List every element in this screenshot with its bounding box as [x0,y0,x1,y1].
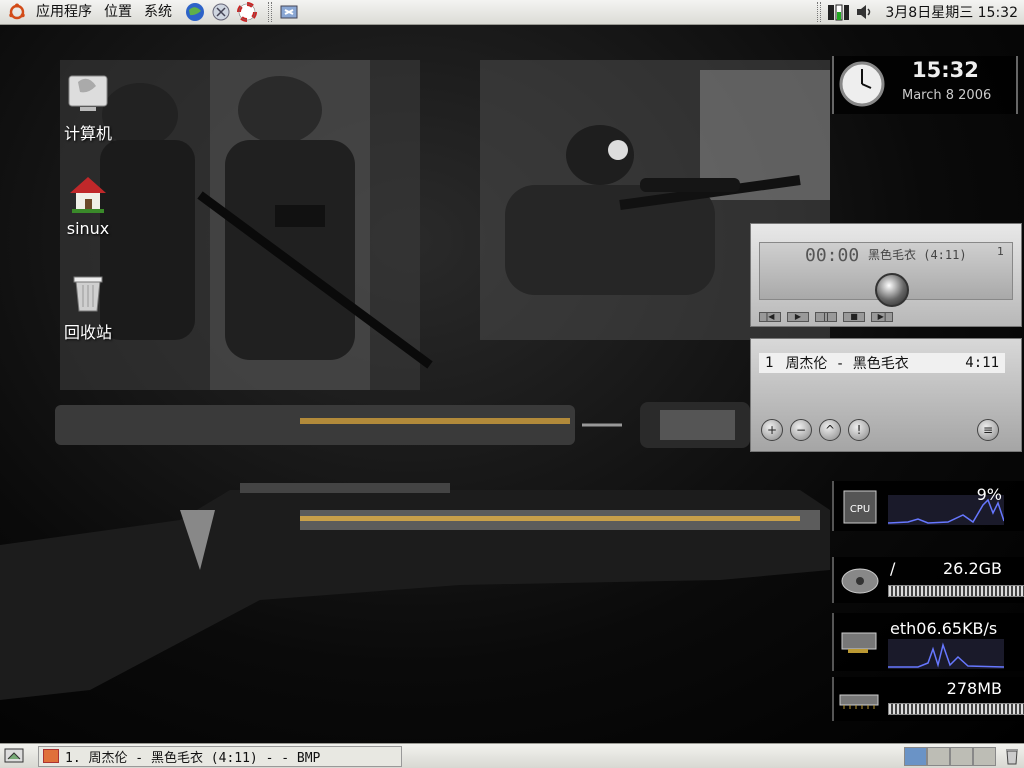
playlist-remove-button[interactable]: − [790,419,812,441]
playlist-add-button[interactable]: + [761,419,783,441]
menu-applications[interactable]: 应用程序 [36,0,92,25]
cpu-monitor: CPU 9% [832,481,1024,531]
hard-disk-icon [838,561,882,603]
desktop-icon-label: 回收站 [63,323,112,342]
workspace-switcher-icon[interactable] [278,1,300,23]
panel-clock[interactable]: 3月8日星期三 15:32 [885,2,1018,22]
desktop-icon-computer[interactable]: 计算机 [48,72,128,144]
panel-separator [817,2,822,22]
network-card-icon [838,625,882,663]
player-title: 黑色毛衣 (4:11) [868,248,967,262]
disk-mount: / [890,559,896,578]
memory-module-icon [838,691,882,715]
player-display: 00:00 黑色毛衣 (4:11) 1 [759,242,1013,307]
desktop-icon-trash[interactable]: 回收站 [48,271,128,343]
taskbar-button-player[interactable]: 1. 周杰伦 - 黑色毛衣 (4:11) - - BMP [38,745,402,767]
desktop-icon-home[interactable]: sinux [48,171,128,238]
show-desktop-icon[interactable] [4,747,24,768]
panel-right: 3月8日星期三 15:32 [811,0,1024,25]
playlist-entry-index: 1 [765,355,774,371]
mail-launcher-icon[interactable] [210,1,232,23]
volume-knob[interactable] [875,273,909,307]
network-graph [888,639,1005,669]
help-lifebuoy-icon[interactable] [236,1,258,23]
playlist-entry-title: 周杰伦 - 黑色毛衣 [785,356,909,372]
disk-monitor: / 26.2GB [832,557,1024,603]
memory-monitor: 278MB [832,677,1024,721]
playlist-entry-duration: 4:11 [965,355,999,371]
player-controls: |◀ ▶ || ■ ▶| [759,312,893,322]
prev-button[interactable]: |◀ [759,312,781,322]
workspace-4[interactable] [973,746,996,766]
svg-text:CPU: CPU [850,504,870,515]
next-button[interactable]: ▶| [871,312,893,322]
taskbar-button-label: 1. 周杰伦 - 黑色毛衣 (4:11) - - BMP [65,750,321,766]
play-button[interactable]: ▶ [787,312,809,322]
workspace-2[interactable] [927,746,950,766]
clock-widget-time: 15:32 [912,58,979,82]
memory-used: 278MB [946,679,1002,698]
trash-applet-icon[interactable] [1004,747,1020,768]
clock-widget: 15:32 March 8 2006 [832,56,1018,114]
cpu-chip-icon: CPU [838,485,882,533]
disk-size: 26.2GB [943,559,1002,578]
media-player-window[interactable]: 00:00 黑色毛衣 (4:11) 1 |◀ ▶ || ■ ▶| [750,223,1022,327]
workspace-3[interactable] [950,746,973,766]
playlist-misc-button[interactable]: ! [848,419,870,441]
menu-places[interactable]: 位置 [104,0,132,25]
workspace-1[interactable] [904,746,927,766]
bottom-panel: 1. 周杰伦 - 黑色毛衣 (4:11) - - BMP [0,743,1024,768]
playlist-list-button[interactable]: ≡ [977,419,999,441]
playlist-entry[interactable]: 1 周杰伦 - 黑色毛衣 4:11 [759,353,1005,373]
memory-bar [888,703,1024,715]
network-monitor: eth06.65KB/s [832,613,1024,671]
player-track-number: 1 [997,245,1004,258]
stop-button[interactable]: ■ [843,312,865,322]
playlist-select-button[interactable]: ^ [819,419,841,441]
disk-bar [888,585,1024,597]
ubuntu-logo-icon[interactable] [8,1,30,23]
clock-widget-date: March 8 2006 [902,88,992,103]
home-folder-icon [66,171,110,215]
computer-icon [66,72,110,116]
player-app-icon [43,749,59,763]
pause-button[interactable]: || [815,312,837,322]
menu-system[interactable]: 系统 [144,0,172,25]
desktop-icon-label: 计算机 [63,124,112,143]
cpu-usage: 9% [976,485,1002,504]
network-monitor-icon[interactable] [827,1,850,23]
player-time: 00:00 [805,245,860,266]
trash-icon [66,271,110,315]
desktop-icon-label: sinux [66,219,110,238]
panel-separator [268,2,272,22]
volume-icon[interactable] [853,1,875,23]
browser-launcher-icon[interactable] [184,1,206,23]
workspace-switcher [904,746,996,766]
top-panel: 应用程序 位置 系统 3月8日星期三 15:32 [0,0,1024,25]
network-rate: eth06.65KB/s [890,619,998,638]
desktop-wallpaper: 计算机 sinux 回收站 15:32 March 8 2006 00:00 黑… [0,25,1024,743]
analog-clock-icon [838,60,886,112]
playlist-window[interactable]: 1 周杰伦 - 黑色毛衣 4:11 + − ^ ! ≡ [750,338,1022,452]
